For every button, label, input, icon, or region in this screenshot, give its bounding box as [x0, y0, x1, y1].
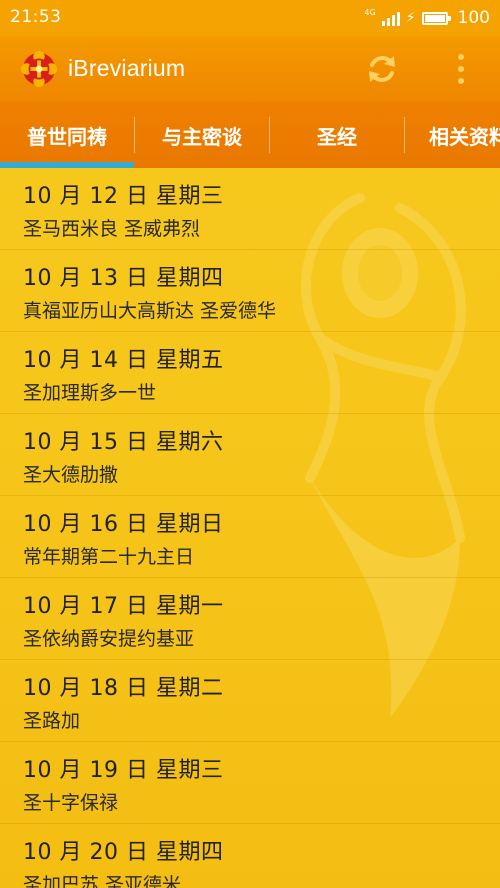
battery-icon [421, 11, 451, 25]
list-item[interactable]: 10 月 18 日 星期二 圣路加 [0, 660, 500, 742]
day-feast: 圣马西米良 圣威弗烈 [23, 218, 201, 240]
signal-icon [381, 10, 400, 26]
day-feast: 圣大德肋撒 [23, 464, 119, 486]
more-vertical-icon [458, 54, 464, 60]
tab-bible[interactable]: 圣经 [270, 102, 404, 168]
tab-bar: 普世同祷 与主密谈 圣经 相关资料 [0, 102, 500, 168]
list-item[interactable]: 10 月 15 日 星期六 圣大德肋撒 [0, 414, 500, 496]
list-item[interactable]: 10 月 19 日 星期三 圣十字保禄 [0, 742, 500, 824]
tab-universal-prayer[interactable]: 普世同祷 [0, 102, 134, 168]
tab-related-materials[interactable]: 相关资料 [405, 102, 500, 168]
status-bar: 21:53 4G ⚡ 100 [0, 0, 500, 36]
day-feast: 圣路加 [23, 710, 81, 732]
list-item[interactable]: 10 月 13 日 星期四 真福亚历山大高斯达 圣爱德华 [0, 250, 500, 332]
day-date: 10 月 12 日 星期三 [23, 184, 224, 209]
day-feast: 圣加巴苏 圣亚德米 [23, 874, 182, 888]
tab-label: 与主密谈 [162, 124, 242, 149]
more-options-button[interactable] [446, 49, 476, 89]
network-type-label: 4G [364, 7, 376, 17]
app-bar: iBreviarium [0, 36, 500, 102]
refresh-button[interactable] [362, 49, 402, 89]
day-date: 10 月 18 日 星期二 [23, 676, 224, 701]
list-item[interactable]: 10 月 14 日 星期五 圣加理斯多一世 [0, 332, 500, 414]
list-item[interactable]: 10 月 12 日 星期三 圣马西米良 圣威弗烈 [0, 168, 500, 250]
charging-bolt-icon: ⚡ [405, 10, 416, 26]
refresh-icon [369, 56, 395, 82]
battery-level: 100 [457, 8, 490, 28]
tab-label: 普世同祷 [27, 124, 107, 149]
cross-seal-icon [20, 50, 58, 88]
day-feast: 圣十字保禄 [23, 792, 119, 814]
day-feast: 圣依纳爵安提约基亚 [23, 628, 195, 650]
list-item[interactable]: 10 月 16 日 星期日 常年期第二十九主日 [0, 496, 500, 578]
battery-fill [424, 14, 445, 22]
app-screen: 21:53 4G ⚡ 100 iBreviarium 普世同祷 与主密谈 圣经 … [0, 0, 500, 888]
status-icons: 4G ⚡ 100 [364, 5, 490, 31]
day-feast: 圣加理斯多一世 [23, 382, 157, 404]
day-date: 10 月 15 日 星期六 [23, 430, 224, 455]
status-time: 21:53 [10, 7, 62, 27]
day-date: 10 月 13 日 星期四 [23, 266, 224, 291]
app-title: iBreviarium [68, 55, 186, 81]
tab-label: 相关资料 [429, 124, 500, 149]
day-feast: 真福亚历山大高斯达 圣爱德华 [23, 300, 277, 322]
day-date: 10 月 16 日 星期日 [23, 512, 224, 537]
tab-private-talk[interactable]: 与主密谈 [135, 102, 269, 168]
list-item[interactable]: 10 月 20 日 星期四 圣加巴苏 圣亚德米 [0, 824, 500, 888]
day-list[interactable]: 10 月 12 日 星期三 圣马西米良 圣威弗烈 10 月 13 日 星期四 真… [0, 168, 500, 888]
list-item[interactable]: 10 月 17 日 星期一 圣依纳爵安提约基亚 [0, 578, 500, 660]
day-date: 10 月 20 日 星期四 [23, 840, 224, 865]
day-date: 10 月 17 日 星期一 [23, 594, 224, 619]
tab-label: 圣经 [317, 124, 357, 149]
day-date: 10 月 19 日 星期三 [23, 758, 224, 783]
day-feast: 常年期第二十九主日 [23, 546, 195, 568]
day-date: 10 月 14 日 星期五 [23, 348, 224, 373]
